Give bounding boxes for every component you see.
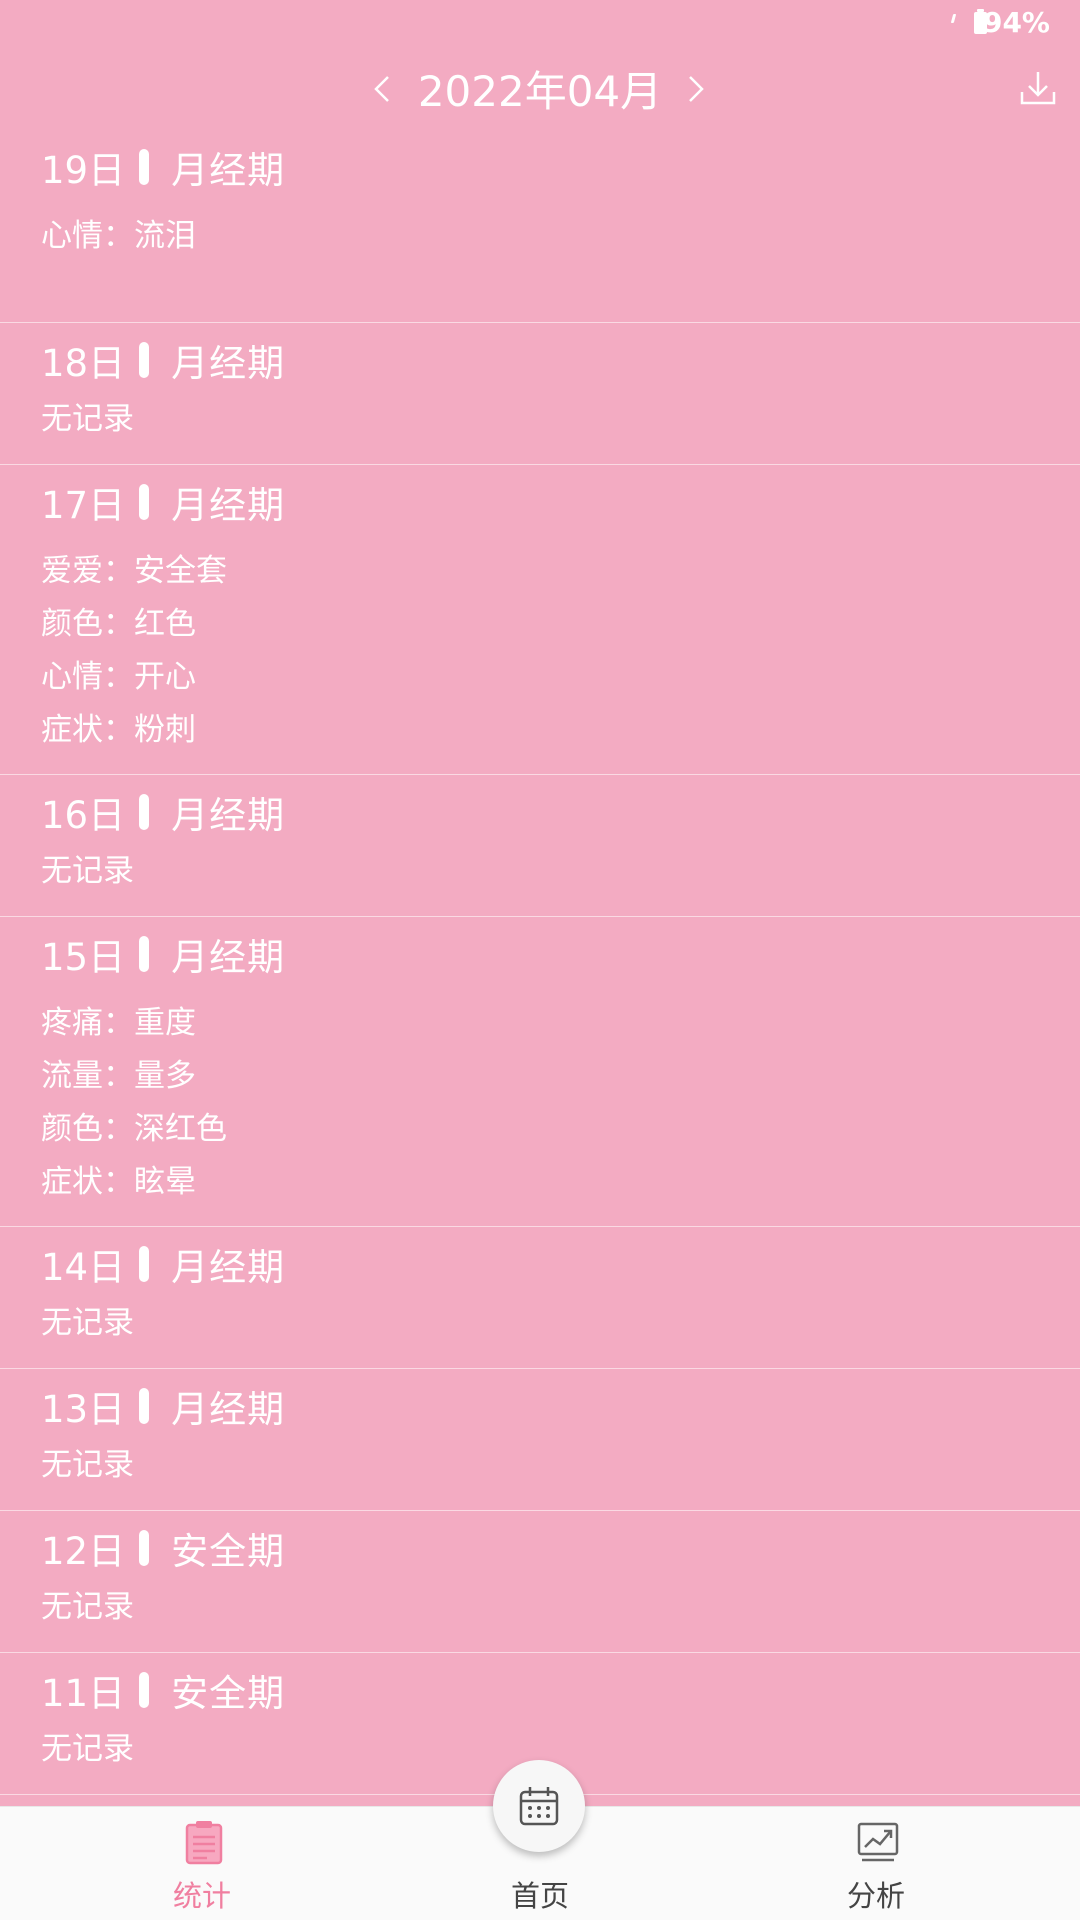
tab-stats-label: 统计 bbox=[172, 1879, 231, 1913]
list-item[interactable]: 13日 月经期 无记录 bbox=[0, 1369, 1080, 1511]
status-bar: 94% bbox=[0, 0, 1080, 52]
phase-marker bbox=[139, 1388, 150, 1424]
list-item[interactable]: 17日 月经期 爱爱：安全套 颜色：红色 心情：开心 症状：粉刺 bbox=[0, 465, 1080, 775]
battery-level: 94% bbox=[982, 6, 1050, 39]
list-item[interactable]: 19日 月经期 心情：流泪 bbox=[0, 130, 1080, 323]
chevron-right-icon bbox=[689, 76, 704, 102]
tab-stats[interactable]: 统计 bbox=[102, 1807, 302, 1920]
record-phase: 月经期 bbox=[171, 342, 286, 385]
tab-analysis[interactable]: 分析 bbox=[776, 1807, 976, 1920]
tab-home-label: 首页 bbox=[510, 1879, 569, 1913]
phase-marker bbox=[139, 936, 150, 972]
list-item[interactable]: 12日 安全期 无记录 bbox=[0, 1511, 1080, 1653]
list-item[interactable]: 18日 月经期 无记录 bbox=[0, 323, 1080, 465]
phase-marker bbox=[139, 1246, 150, 1282]
record-day: 16日 bbox=[41, 794, 126, 837]
header: 2022年04月 bbox=[0, 52, 1080, 122]
record-phase: 月经期 bbox=[171, 149, 286, 192]
phase-marker bbox=[139, 1672, 150, 1708]
list-item[interactable]: 15日 月经期 疼痛：重度 流量：量多 颜色：深红色 症状：眩晕 bbox=[0, 917, 1080, 1227]
phase-marker bbox=[139, 484, 150, 520]
phase-marker bbox=[139, 149, 150, 185]
record-day: 13日 bbox=[41, 1388, 126, 1431]
record-list: 19日 月经期 心情：流泪 18日 月经期 无记录 17日 月经期 爱爱：安全套 颜色… bbox=[0, 130, 1080, 1795]
list-item[interactable]: 16日 月经期 无记录 bbox=[0, 775, 1080, 917]
record-detail: 流量：量多 bbox=[41, 1058, 196, 1094]
record-day: 17日 bbox=[41, 484, 126, 527]
record-day: 11日 bbox=[41, 1672, 126, 1715]
record-day: 19日 bbox=[41, 149, 126, 192]
record-detail: 颜色：深红色 bbox=[41, 1111, 227, 1147]
record-day: 15日 bbox=[41, 936, 126, 979]
record-detail: 无记录 bbox=[41, 1589, 134, 1625]
record-phase: 月经期 bbox=[171, 794, 286, 837]
record-phase: 月经期 bbox=[171, 1246, 286, 1289]
phase-marker bbox=[139, 342, 150, 378]
trend-chart-icon bbox=[857, 1822, 899, 1862]
record-phase: 月经期 bbox=[171, 936, 286, 979]
record-detail: 心情：开心 bbox=[41, 659, 196, 695]
clipboard-icon bbox=[185, 1821, 223, 1865]
record-phase: 安全期 bbox=[171, 1530, 286, 1573]
record-detail: 无记录 bbox=[41, 401, 134, 437]
download-button[interactable] bbox=[1018, 68, 1058, 108]
record-detail: 疼痛：重度 bbox=[41, 1005, 196, 1041]
record-detail: 颜色：红色 bbox=[41, 606, 196, 642]
phase-marker bbox=[139, 1530, 150, 1566]
calendar-fab-button[interactable] bbox=[493, 1760, 585, 1852]
record-detail: 无记录 bbox=[41, 1447, 134, 1483]
record-detail: 症状：粉刺 bbox=[41, 712, 196, 748]
record-phase: 安全期 bbox=[171, 1672, 286, 1715]
record-detail: 症状：眩晕 bbox=[41, 1164, 196, 1200]
record-detail: 无记录 bbox=[41, 1731, 134, 1767]
record-phase: 月经期 bbox=[171, 1388, 286, 1431]
record-detail: 无记录 bbox=[41, 1305, 134, 1341]
record-detail: 爱爱：安全套 bbox=[41, 553, 227, 589]
calendar-icon bbox=[519, 1787, 559, 1826]
list-item[interactable]: 14日 月经期 无记录 bbox=[0, 1227, 1080, 1369]
signal-icon bbox=[950, 14, 957, 23]
record-day: 12日 bbox=[41, 1530, 126, 1573]
month-title: 2022年04月 bbox=[417, 67, 663, 116]
tab-analysis-label: 分析 bbox=[846, 1879, 905, 1913]
record-detail: 无记录 bbox=[41, 853, 134, 889]
download-icon bbox=[1020, 72, 1056, 105]
record-day: 18日 bbox=[41, 342, 126, 385]
phase-marker bbox=[139, 794, 150, 830]
record-detail: 心情：流泪 bbox=[41, 218, 196, 254]
record-day: 14日 bbox=[41, 1246, 126, 1289]
next-month-button[interactable] bbox=[676, 64, 716, 114]
record-phase: 月经期 bbox=[171, 484, 286, 527]
